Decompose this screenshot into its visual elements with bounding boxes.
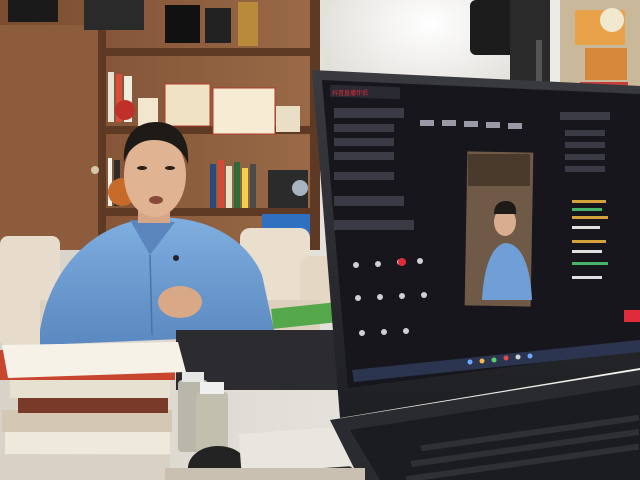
- live-button: [624, 310, 640, 322]
- book-stack: [0, 342, 186, 480]
- scene-svg: 抖音直播伴侣: [0, 0, 640, 480]
- app-title-badge: 抖音直播伴侣: [332, 89, 368, 97]
- photo-scene: 抖音直播伴侣: [0, 0, 640, 480]
- desk-surface: [165, 468, 365, 480]
- live-preview: [464, 151, 534, 307]
- bottles: [178, 372, 228, 452]
- highlight-dot: [398, 258, 406, 266]
- desk-papers: [238, 426, 352, 474]
